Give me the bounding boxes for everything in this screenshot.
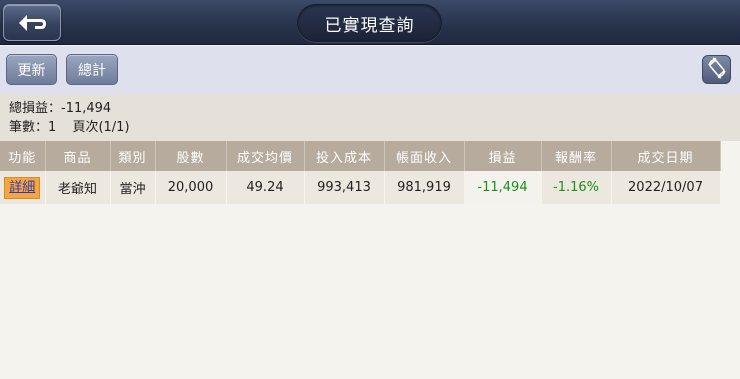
column-header: 成交日期 [611,141,721,171]
page-label: 頁次 [72,120,99,135]
column-header: 損益 [464,141,542,171]
product-cell: 老爺知 [45,171,111,204]
pl-cell: -11,494 [464,171,542,204]
roi-cell: -1.16% [541,171,612,204]
column-header: 成交均價 [226,141,305,171]
screen-rotate-icon [706,56,728,83]
avg-price-cell: 49.24 [226,171,305,204]
column-header: 帳面收入 [384,141,465,171]
page-value: (1/1) [98,120,130,135]
column-header: 類別 [110,141,156,171]
column-header: 股數 [155,141,227,171]
back-arrow-icon [13,12,51,34]
table-header-row: 功能 商品 類別 股數 成交均價 投入成本 帳面收入 損益 報酬率 成交日期 [0,141,721,171]
detail-button[interactable]: 詳細 [4,176,41,199]
count-label: 筆數： [9,120,49,135]
total-pl-value: -11,494 [61,101,112,116]
back-button[interactable] [3,4,61,41]
toolbar: 更新 總計 [0,46,740,94]
column-header: 報酬率 [541,141,612,171]
column-header: 投入成本 [304,141,385,171]
total-pl-line: 總損益：-11,494 [9,99,740,118]
column-header: 功能 [0,141,46,171]
summary-panel: 總損益：-11,494 筆數：1 頁次(1/1) [0,94,740,141]
rotate-screen-button[interactable] [702,55,731,84]
count-value: 1 [48,120,57,135]
type-cell: 當沖 [110,171,156,204]
cost-cell: 993,413 [304,171,385,204]
column-header: 商品 [45,141,111,171]
income-cell: 981,919 [384,171,465,204]
page-title: 已實現查詢 [297,4,442,42]
action-cell: 詳細 [0,171,46,204]
shares-cell: 20,000 [155,171,227,204]
date-cell: 2022/10/07 [611,171,721,204]
refresh-button[interactable]: 更新 [6,54,57,85]
total-button[interactable]: 總計 [66,54,118,85]
table-row[interactable]: 詳細 老爺知 當沖 20,000 49.24 993,413 981,919 -… [0,171,721,204]
title-bar: 已實現查詢 [0,0,740,45]
count-line: 筆數：1 頁次(1/1) [9,118,740,137]
total-pl-label: 總損益： [9,101,62,116]
realized-table: 功能 商品 類別 股數 成交均價 投入成本 帳面收入 損益 報酬率 成交日期 詳… [0,141,721,204]
